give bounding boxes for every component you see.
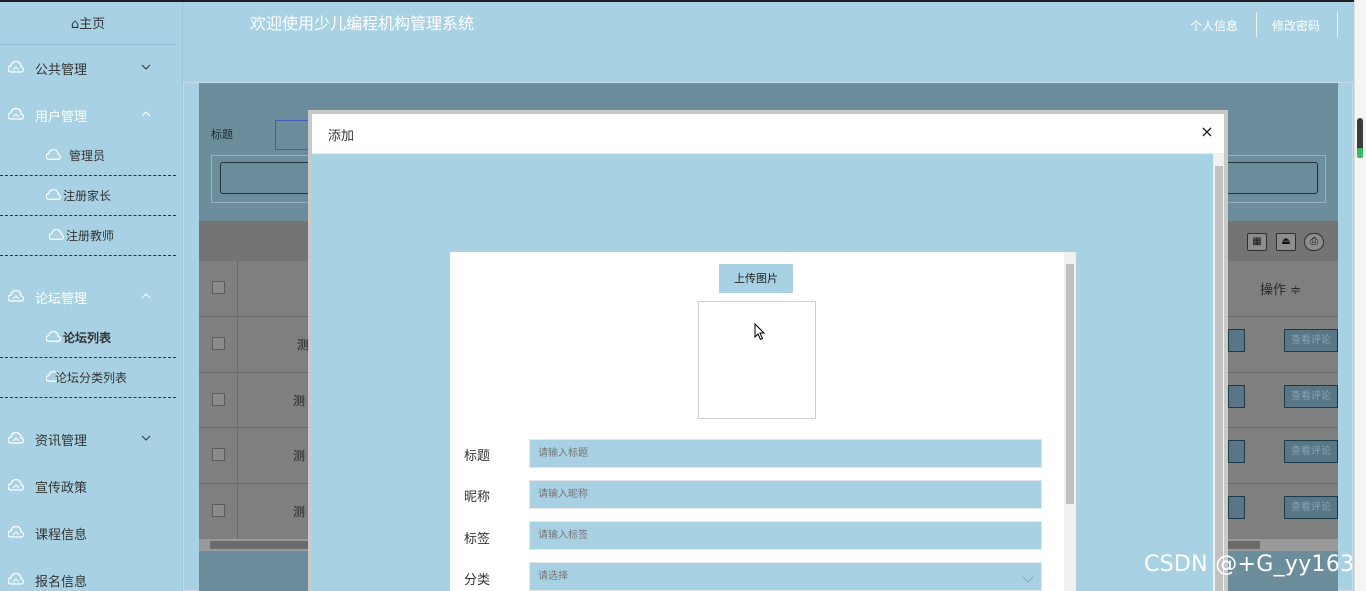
category-label: 分类 — [464, 573, 491, 588]
category-select[interactable] — [529, 562, 1042, 591]
chevron-down-icon — [140, 61, 152, 73]
change-password-link[interactable]: 修改密码 — [1272, 16, 1320, 36]
menu-news-management[interactable]: 资讯管理 — [0, 424, 176, 454]
sidebar-item-label: 论坛列表 — [63, 331, 112, 345]
row-action-button[interactable] — [1228, 385, 1245, 408]
menu-enrollment-info[interactable]: 报名信息 — [0, 565, 176, 591]
dialog-scrollbar-thumb[interactable] — [1215, 166, 1223, 591]
menu-course-info[interactable]: 课程信息 — [0, 518, 176, 548]
cloud-icon — [49, 229, 64, 242]
cloud-icon — [46, 331, 61, 344]
sidebar-item-teachers[interactable]: 注册教师 — [0, 216, 176, 256]
menu-label: 公共管理 — [35, 62, 88, 78]
menu-label: 报名信息 — [35, 574, 88, 590]
menu-label: 宣传政策 — [35, 480, 88, 496]
sidebar-item-label: 注册家长 — [63, 189, 112, 203]
sidebar-item-label: 论坛分类列表 — [55, 371, 128, 385]
cloud-icon — [46, 189, 61, 202]
scroll-marker — [1357, 148, 1363, 158]
dialog-header — [312, 114, 1224, 154]
cloud-icon — [8, 290, 24, 304]
table-cell: 测 — [293, 505, 306, 519]
watermark: CSDN @+G_yy163 — [1144, 552, 1355, 577]
tag-label: 标签 — [464, 532, 491, 547]
chevron-down-icon — [140, 432, 152, 444]
nickname-input[interactable] — [529, 480, 1042, 509]
menu-label: 资讯管理 — [35, 433, 88, 449]
cloud-icon — [8, 479, 24, 493]
sidebar-item-label: 注册教师 — [66, 229, 115, 243]
menu-label: 论坛管理 — [35, 291, 88, 307]
view-comments-button[interactable]: 查看评论 — [1284, 385, 1338, 408]
select-all-checkbox[interactable] — [212, 281, 225, 294]
menu-forum-management[interactable]: 论坛管理 — [0, 282, 176, 312]
header-divider — [1256, 12, 1257, 37]
row-action-button[interactable] — [1228, 329, 1245, 352]
search-label: 标题 — [211, 128, 233, 141]
cloud-icon — [8, 108, 24, 122]
menu-label: 用户管理 — [35, 109, 88, 125]
sidebar: ⌂主页 公共管理 用户管理 管理员 注册家长 注册教师 论坛管理 论坛列表 论坛… — [0, 0, 183, 591]
chevron-up-icon — [140, 108, 152, 120]
image-upload-area[interactable] — [698, 301, 816, 419]
row-checkbox[interactable] — [212, 504, 225, 517]
view-comments-button[interactable]: 查看评论 — [1284, 440, 1338, 463]
header-divider — [1337, 12, 1338, 37]
mouse-cursor-icon — [754, 322, 766, 341]
cloud-icon — [46, 149, 61, 162]
upload-image-button[interactable]: 上传图片 — [719, 264, 793, 293]
row-checkbox[interactable] — [212, 393, 225, 406]
dialog-title: 添加 — [328, 129, 355, 144]
top-border — [0, 0, 1366, 2]
page-scrollbar[interactable] — [1354, 0, 1366, 591]
row-action-button[interactable] — [1228, 440, 1245, 463]
row-checkbox[interactable] — [212, 337, 225, 350]
table-cell: 测 — [293, 394, 306, 408]
grid-icon[interactable]: ▦ — [1247, 233, 1267, 251]
search-input[interactable] — [275, 120, 311, 150]
row-action-button[interactable] — [1228, 496, 1245, 519]
menu-label: 课程信息 — [35, 527, 88, 543]
home-link[interactable]: ⌂主页 — [0, 0, 176, 45]
scrollbar-thumb[interactable] — [210, 541, 310, 549]
cloud-icon — [8, 61, 24, 75]
profile-link[interactable]: 个人信息 — [1190, 16, 1238, 36]
tag-input[interactable] — [529, 521, 1042, 550]
home-label: ⌂主页 — [70, 16, 106, 32]
sidebar-item-label: 管理员 — [69, 149, 106, 163]
cloud-icon — [8, 526, 24, 540]
nickname-label: 昵称 — [464, 490, 491, 505]
form-scrollbar-thumb[interactable] — [1066, 264, 1074, 504]
close-icon[interactable]: × — [1198, 122, 1216, 142]
menu-public-management[interactable]: 公共管理 — [0, 53, 176, 83]
sidebar-item-forum-list[interactable]: 论坛列表 — [0, 318, 176, 358]
export-icon[interactable]: ⏏ — [1276, 233, 1296, 251]
menu-user-management[interactable]: 用户管理 — [0, 100, 176, 130]
cloud-icon — [8, 573, 24, 587]
scrollbar-thumb[interactable] — [1228, 541, 1260, 549]
title-label: 标题 — [464, 449, 491, 464]
row-checkbox[interactable] — [212, 448, 225, 461]
column-divider — [237, 261, 238, 539]
print-icon[interactable]: ⎙ — [1304, 233, 1324, 251]
sidebar-item-admin[interactable]: 管理员 — [0, 136, 176, 176]
menu-promotion-policy[interactable]: 宣传政策 — [0, 471, 176, 501]
view-comments-button[interactable]: 查看评论 — [1284, 496, 1338, 519]
table-cell: 测 — [293, 449, 306, 463]
sidebar-item-forum-category[interactable]: 论坛分类列表 — [0, 358, 176, 398]
title-input[interactable] — [529, 439, 1042, 468]
chevron-up-icon — [140, 290, 152, 302]
cloud-icon — [8, 432, 24, 446]
sidebar-item-parents[interactable]: 注册家长 — [0, 176, 176, 216]
operation-column-header: 操作 ≑ — [1260, 283, 1302, 298]
view-comments-button[interactable]: 查看评论 — [1284, 329, 1338, 352]
app-title: 欢迎使用少儿编程机构管理系统 — [250, 14, 475, 33]
